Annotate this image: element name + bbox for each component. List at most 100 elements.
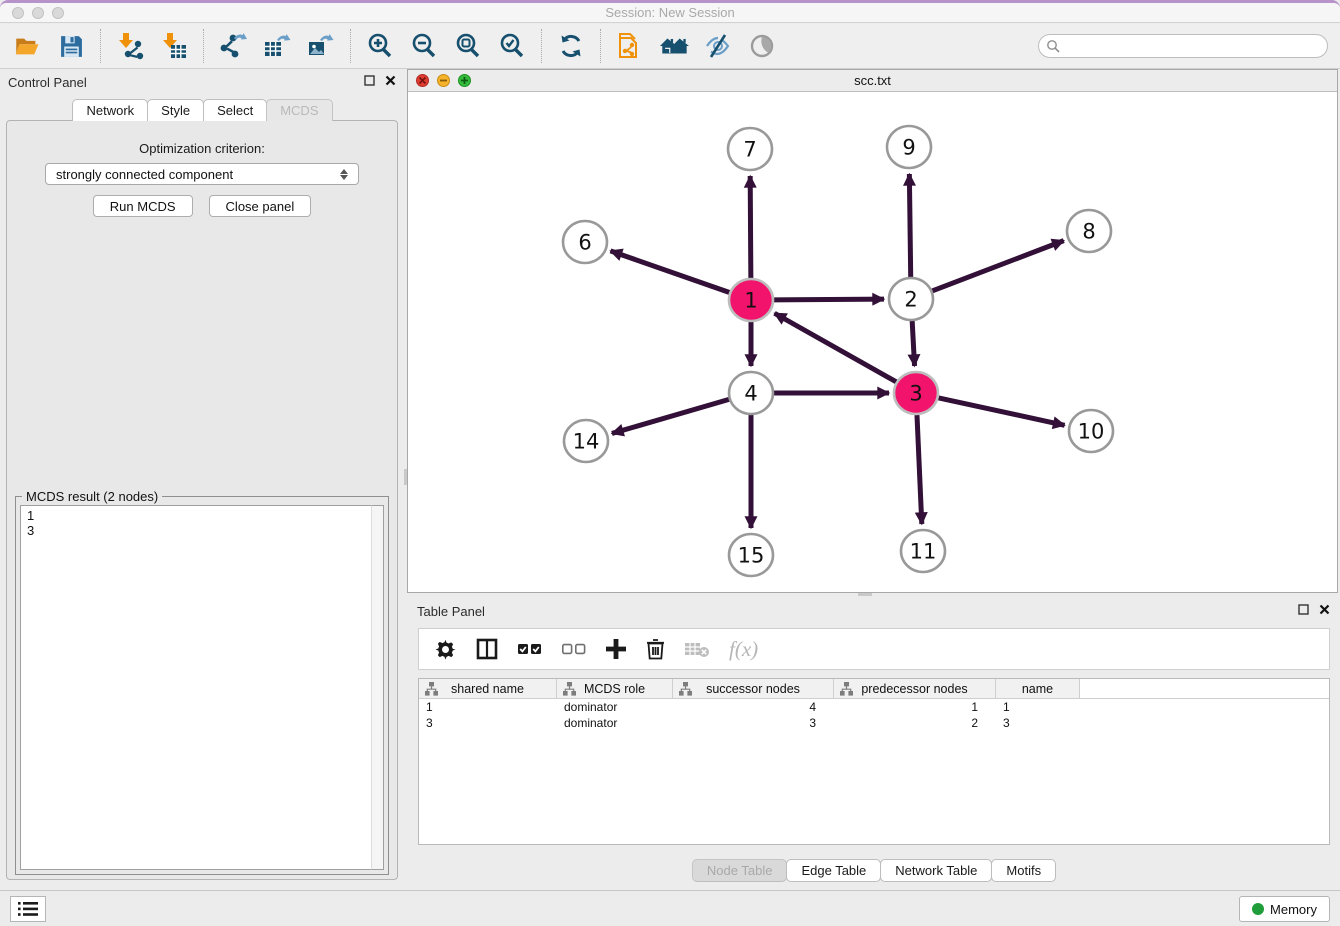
run-mcds-button[interactable]: Run MCDS xyxy=(93,195,193,217)
optimization-criterion-value: strongly connected component xyxy=(56,167,233,182)
table-cell[interactable]: 3 xyxy=(419,715,557,731)
close-panel-icon[interactable] xyxy=(1319,602,1330,620)
zoom-fit-icon[interactable] xyxy=(453,31,483,61)
select-all-icon[interactable] xyxy=(518,643,542,655)
table-cell[interactable]: 2 xyxy=(834,715,996,731)
delete-table-icon[interactable] xyxy=(685,640,709,658)
close-panel-icon[interactable] xyxy=(385,73,396,91)
import-network-icon[interactable] xyxy=(115,31,145,61)
graph-edge-3-1[interactable] xyxy=(775,313,897,382)
graph-node-15[interactable]: 15 xyxy=(729,534,773,576)
graph-node-11[interactable]: 11 xyxy=(901,530,945,572)
table-cell[interactable]: dominator xyxy=(557,715,673,731)
graph-edge-4-14[interactable] xyxy=(612,399,730,433)
graph-edge-3-10[interactable] xyxy=(937,398,1064,426)
hierarchy-icon xyxy=(840,682,853,699)
svg-text:6: 6 xyxy=(578,231,591,255)
graph-node-1[interactable]: 1 xyxy=(729,279,773,321)
network-graph[interactable]: 7 9 6 8 1 2 4 3 14 10 15 11 xyxy=(408,92,1337,592)
mcds-result-scrollbar[interactable] xyxy=(371,505,384,870)
tab-edge-table[interactable]: Edge Table xyxy=(786,859,881,882)
tab-network-table[interactable]: Network Table xyxy=(880,859,992,882)
table-cell[interactable]: 1 xyxy=(996,699,1080,715)
table-settings-gear-icon[interactable] xyxy=(435,639,456,660)
hide-graphics-icon[interactable] xyxy=(703,31,733,61)
copy-network-icon[interactable] xyxy=(615,31,645,61)
zoom-selected-icon[interactable] xyxy=(497,31,527,61)
graph-node-6[interactable]: 6 xyxy=(563,221,607,263)
export-image-icon[interactable] xyxy=(306,31,336,61)
optimization-criterion-select[interactable]: strongly connected component xyxy=(45,163,359,185)
horizontal-splitter-handle[interactable] xyxy=(858,593,872,596)
tab-motifs[interactable]: Motifs xyxy=(991,859,1056,882)
delete-column-icon[interactable] xyxy=(646,638,665,660)
graph-edge-2-9[interactable] xyxy=(909,174,910,277)
tab-node-table[interactable]: Node Table xyxy=(692,859,788,882)
vertical-splitter-handle[interactable] xyxy=(404,469,407,485)
svg-text:2: 2 xyxy=(904,288,917,312)
mcds-result-text[interactable]: 1 3 xyxy=(20,505,384,870)
close-panel-button[interactable]: Close panel xyxy=(209,195,312,217)
float-panel-icon[interactable] xyxy=(364,73,375,91)
table-row[interactable]: 3dominator323 xyxy=(419,715,1329,731)
column-header-shared-name[interactable]: shared name xyxy=(419,679,557,698)
save-session-icon[interactable] xyxy=(56,31,86,61)
float-panel-icon[interactable] xyxy=(1298,602,1309,620)
zoom-out-icon[interactable] xyxy=(409,31,439,61)
task-history-button[interactable] xyxy=(10,896,46,922)
zoom-in-icon[interactable] xyxy=(365,31,395,61)
hierarchy-icon xyxy=(425,682,438,699)
window-titlebar: Session: New Session xyxy=(0,3,1340,23)
hierarchy-icon xyxy=(563,682,576,699)
table-panel-tabs: Node Table Edge Table Network Table Moti… xyxy=(407,859,1340,882)
tab-select[interactable]: Select xyxy=(203,99,267,121)
graph-node-7[interactable]: 7 xyxy=(728,128,772,170)
import-table-icon[interactable] xyxy=(159,31,189,61)
graph-edge-2-8[interactable] xyxy=(932,241,1064,292)
tab-mcds[interactable]: MCDS xyxy=(266,99,332,121)
graph-edge-3-11[interactable] xyxy=(917,415,922,524)
column-header-mcds-role[interactable]: MCDS role xyxy=(557,679,673,698)
graph-edge-1-2[interactable] xyxy=(773,299,884,300)
table-cell[interactable]: 1 xyxy=(834,699,996,715)
table-cell[interactable]: 1 xyxy=(419,699,557,715)
memory-button[interactable]: Memory xyxy=(1239,896,1330,922)
graph-node-2[interactable]: 2 xyxy=(889,278,933,320)
tab-network[interactable]: Network xyxy=(72,99,148,121)
graph-node-3[interactable]: 3 xyxy=(894,372,938,414)
window-title: Session: New Session xyxy=(0,5,1340,20)
graph-edge-1-7[interactable] xyxy=(750,176,751,278)
table-row[interactable]: 1dominator411 xyxy=(419,699,1329,715)
column-header-successor-nodes[interactable]: successor nodes xyxy=(673,679,834,698)
add-column-icon[interactable] xyxy=(606,639,626,659)
table-cell[interactable]: 3 xyxy=(673,715,834,731)
function-builder-button[interactable]: f(x) xyxy=(729,637,758,662)
home-networks-icon[interactable] xyxy=(659,31,689,61)
search-input[interactable] xyxy=(1038,34,1328,58)
app-window: Session: New Session xyxy=(0,0,1340,926)
tab-style[interactable]: Style xyxy=(147,99,204,121)
mcds-panel: Optimization criterion: strongly connect… xyxy=(6,120,398,880)
table-header-row: shared name MCDS role successor nodes pr… xyxy=(419,679,1329,699)
graph-node-8[interactable]: 8 xyxy=(1067,210,1111,252)
deselect-all-icon[interactable] xyxy=(562,643,586,655)
apply-layout-icon[interactable] xyxy=(556,31,586,61)
network-frame-titlebar[interactable]: scc.txt xyxy=(408,70,1337,92)
table-cell[interactable]: dominator xyxy=(557,699,673,715)
export-table-icon[interactable] xyxy=(262,31,292,61)
graph-node-10[interactable]: 10 xyxy=(1069,410,1113,452)
network-canvas[interactable]: 7 9 6 8 1 2 4 3 14 10 15 11 xyxy=(408,92,1337,592)
column-header-predecessor-nodes[interactable]: predecessor nodes xyxy=(834,679,996,698)
table-cell[interactable]: 3 xyxy=(996,715,1080,731)
open-session-icon[interactable] xyxy=(12,31,42,61)
table-cell[interactable]: 4 xyxy=(673,699,834,715)
graph-edge-1-6[interactable] xyxy=(610,251,730,293)
graph-node-4[interactable]: 4 xyxy=(729,372,773,414)
show-columns-icon[interactable] xyxy=(476,638,498,660)
export-network-icon[interactable] xyxy=(218,31,248,61)
graph-node-9[interactable]: 9 xyxy=(887,126,931,168)
column-header-name[interactable]: name xyxy=(996,679,1080,698)
graph-edge-2-3[interactable] xyxy=(912,321,914,366)
graph-node-14[interactable]: 14 xyxy=(564,420,608,462)
show-graphics-icon[interactable] xyxy=(747,31,777,61)
